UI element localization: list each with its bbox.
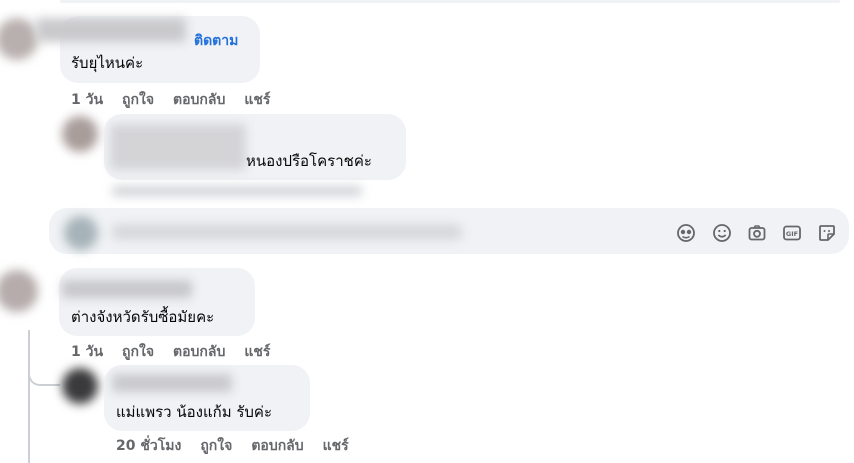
author-name[interactable] — [110, 124, 246, 170]
author-name[interactable] — [36, 18, 186, 42]
top-divider — [60, 0, 840, 3]
reply-button[interactable]: ตอบกลับ — [251, 435, 303, 457]
timestamp[interactable]: 1 วัน — [71, 89, 103, 111]
avatar — [64, 216, 98, 250]
avatar[interactable] — [62, 116, 98, 152]
composer-placeholder[interactable] — [112, 224, 462, 240]
reply-button[interactable]: ตอบกลับ — [173, 89, 225, 111]
comment-actions — [112, 186, 362, 196]
comment-text: รับยุไหนค่ะ — [71, 54, 144, 72]
comment-actions: 1 วัน ถูกใจ ตอบกลับ แชร์ — [71, 341, 289, 363]
like-button[interactable]: ถูกใจ — [122, 341, 154, 363]
avatar[interactable] — [0, 270, 38, 312]
share-button[interactable]: แชร์ — [244, 341, 270, 363]
svg-text:GIF: GIF — [786, 230, 798, 238]
share-button[interactable]: แชร์ — [244, 89, 270, 111]
comment-text: ต่างจังหวัดรับซื้อมัยคะ — [71, 308, 215, 326]
avatar[interactable] — [62, 368, 98, 404]
comment-text: แม่แพรว น้องแก้ม รับค่ะ — [116, 403, 273, 421]
avatar[interactable] — [0, 18, 38, 60]
comment-actions: 1 วัน ถูกใจ ตอบกลับ แชร์ — [71, 89, 289, 111]
author-name[interactable] — [62, 280, 192, 298]
reply-button[interactable]: ตอบกลับ — [173, 341, 225, 363]
camera-icon[interactable] — [746, 222, 768, 244]
sticker-icon[interactable] — [816, 222, 838, 244]
gif-icon[interactable]: GIF — [781, 222, 803, 244]
timestamp[interactable]: 20 ชั่วโมง — [116, 435, 181, 457]
comment-text: หนองปรือโคราชค่ะ — [246, 152, 372, 170]
author-name[interactable] — [112, 374, 232, 392]
follow-link[interactable]: ติดตาม — [194, 30, 238, 52]
avatar-sticker-icon[interactable] — [675, 222, 697, 244]
reply-connector — [28, 360, 60, 386]
thread-line — [28, 330, 30, 463]
like-button[interactable]: ถูกใจ — [200, 435, 232, 457]
emoji-icon[interactable] — [711, 222, 733, 244]
share-button[interactable]: แชร์ — [323, 435, 349, 457]
comment-actions: 20 ชั่วโมง ถูกใจ ตอบกลับ แชร์ — [116, 435, 368, 457]
timestamp[interactable]: 1 วัน — [71, 341, 103, 363]
like-button[interactable]: ถูกใจ — [122, 89, 154, 111]
